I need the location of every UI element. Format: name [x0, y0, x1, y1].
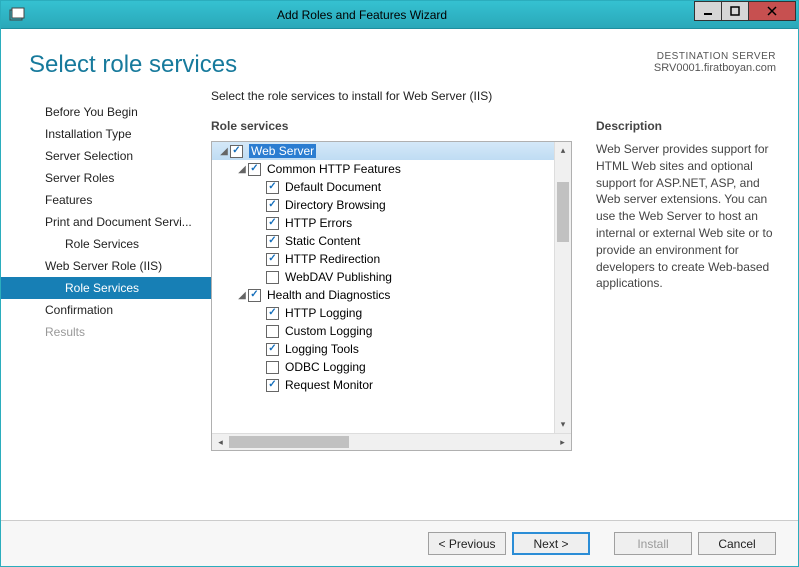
nav-item[interactable]: Server Roles: [1, 167, 211, 189]
checkbox[interactable]: [266, 253, 279, 266]
tree-label: Default Document: [285, 180, 381, 194]
role-services-tree[interactable]: ◢Web Server◢Common HTTP FeaturesDefault …: [212, 142, 554, 433]
description-text: Web Server provides support for HTML Web…: [596, 141, 776, 292]
checkbox[interactable]: [230, 145, 243, 158]
main: Before You BeginInstallation TypeServer …: [1, 89, 798, 520]
checkbox[interactable]: [266, 181, 279, 194]
tree-row[interactable]: WebDAV Publishing: [212, 268, 554, 286]
scroll-right-icon[interactable]: ▸: [554, 437, 571, 448]
center-panel: Select the role services to install for …: [211, 89, 776, 520]
horizontal-scroll-track[interactable]: [229, 434, 554, 450]
description-heading: Description: [596, 119, 776, 133]
tree-row[interactable]: Static Content: [212, 232, 554, 250]
expander-icon[interactable]: ◢: [236, 290, 248, 301]
nav-item[interactable]: Role Services: [1, 233, 211, 255]
previous-button[interactable]: < Previous: [428, 532, 506, 555]
next-button[interactable]: Next >: [512, 532, 590, 555]
vertical-scrollbar[interactable]: ▴ ▾: [554, 142, 571, 433]
tree-row[interactable]: Custom Logging: [212, 322, 554, 340]
horizontal-scroll-thumb[interactable]: [229, 436, 349, 448]
page-title: Select role services: [29, 51, 654, 79]
description-column: Description Web Server provides support …: [596, 119, 776, 451]
tree-label: HTTP Errors: [285, 216, 352, 230]
header: Select role services DESTINATION SERVER …: [1, 29, 798, 89]
checkbox[interactable]: [266, 307, 279, 320]
tree-row[interactable]: ◢ Web Server: [212, 142, 554, 160]
nav-item[interactable]: Role Services: [1, 277, 211, 299]
nav-item[interactable]: Confirmation: [1, 299, 211, 321]
checkbox[interactable]: [248, 289, 261, 302]
tree-row[interactable]: ODBC Logging: [212, 358, 554, 376]
tree-label: Static Content: [285, 234, 360, 248]
window-title: Add Roles and Features Wizard: [29, 8, 695, 22]
intro-text: Select the role services to install for …: [211, 89, 776, 103]
tree-label: Request Monitor: [285, 378, 373, 392]
tree-label: HTTP Logging: [285, 306, 362, 320]
tree-row[interactable]: Logging Tools: [212, 340, 554, 358]
nav-item[interactable]: Server Selection: [1, 145, 211, 167]
checkbox[interactable]: [266, 325, 279, 338]
tree-label: Health and Diagnostics: [267, 288, 390, 302]
nav-item[interactable]: Features: [1, 189, 211, 211]
titlebar: Add Roles and Features Wizard: [1, 1, 798, 29]
tree-scroll: ◢Web Server◢Common HTTP FeaturesDefault …: [212, 142, 571, 433]
tree-row[interactable]: ◢ Common HTTP Features: [212, 160, 554, 178]
scroll-up-icon[interactable]: ▴: [555, 142, 571, 159]
tree-label: Web Server: [249, 144, 316, 158]
checkbox[interactable]: [266, 199, 279, 212]
checkbox[interactable]: [266, 379, 279, 392]
tree-label: ODBC Logging: [285, 360, 366, 374]
checkbox[interactable]: [266, 235, 279, 248]
vertical-scroll-thumb[interactable]: [557, 182, 569, 242]
tree-row[interactable]: HTTP Redirection: [212, 250, 554, 268]
cancel-button[interactable]: Cancel: [698, 532, 776, 555]
tree-row[interactable]: HTTP Logging: [212, 304, 554, 322]
tree-container: ◢Web Server◢Common HTTP FeaturesDefault …: [211, 141, 572, 451]
destination-info: DESTINATION SERVER SRV0001.firatboyan.co…: [654, 51, 776, 74]
nav-sidebar: Before You BeginInstallation TypeServer …: [1, 89, 211, 520]
close-button[interactable]: [748, 1, 796, 21]
tree-label: HTTP Redirection: [285, 252, 380, 266]
tree-column: Role services ◢Web Server◢Common HTTP Fe…: [211, 119, 572, 451]
tree-label: Common HTTP Features: [267, 162, 401, 176]
nav-item: Results: [1, 321, 211, 343]
wizard-window: Add Roles and Features Wizard Select rol…: [0, 0, 799, 567]
horizontal-scrollbar[interactable]: ◂ ▸: [212, 433, 571, 450]
tree-heading: Role services: [211, 119, 572, 133]
install-button[interactable]: Install: [614, 532, 692, 555]
app-icon: [5, 3, 29, 27]
footer: < Previous Next > Install Cancel: [1, 520, 798, 566]
expander-icon[interactable]: ◢: [218, 146, 230, 157]
minimize-button[interactable]: [694, 1, 722, 21]
tree-row[interactable]: ◢ Health and Diagnostics: [212, 286, 554, 304]
checkbox[interactable]: [266, 343, 279, 356]
tree-row[interactable]: Directory Browsing: [212, 196, 554, 214]
checkbox[interactable]: [266, 217, 279, 230]
tree-label: WebDAV Publishing: [285, 270, 392, 284]
content: Select role services DESTINATION SERVER …: [1, 29, 798, 566]
tree-label: Directory Browsing: [285, 198, 386, 212]
tree-row[interactable]: HTTP Errors: [212, 214, 554, 232]
checkbox[interactable]: [266, 361, 279, 374]
expander-icon[interactable]: ◢: [236, 164, 248, 175]
maximize-button[interactable]: [721, 1, 749, 21]
tree-label: Logging Tools: [285, 342, 359, 356]
nav-item[interactable]: Web Server Role (IIS): [1, 255, 211, 277]
destination-server: SRV0001.firatboyan.com: [654, 62, 776, 74]
nav-item[interactable]: Installation Type: [1, 123, 211, 145]
tree-row[interactable]: Request Monitor: [212, 376, 554, 394]
window-buttons: [695, 1, 796, 23]
tree-row[interactable]: Default Document: [212, 178, 554, 196]
tree-label: Custom Logging: [285, 324, 372, 338]
scroll-down-icon[interactable]: ▾: [555, 416, 571, 433]
checkbox[interactable]: [248, 163, 261, 176]
destination-label: DESTINATION SERVER: [654, 51, 776, 62]
checkbox[interactable]: [266, 271, 279, 284]
scroll-left-icon[interactable]: ◂: [212, 437, 229, 448]
nav-item[interactable]: Print and Document Servi...: [1, 211, 211, 233]
nav-item[interactable]: Before You Begin: [1, 101, 211, 123]
columns: Role services ◢Web Server◢Common HTTP Fe…: [211, 119, 776, 451]
